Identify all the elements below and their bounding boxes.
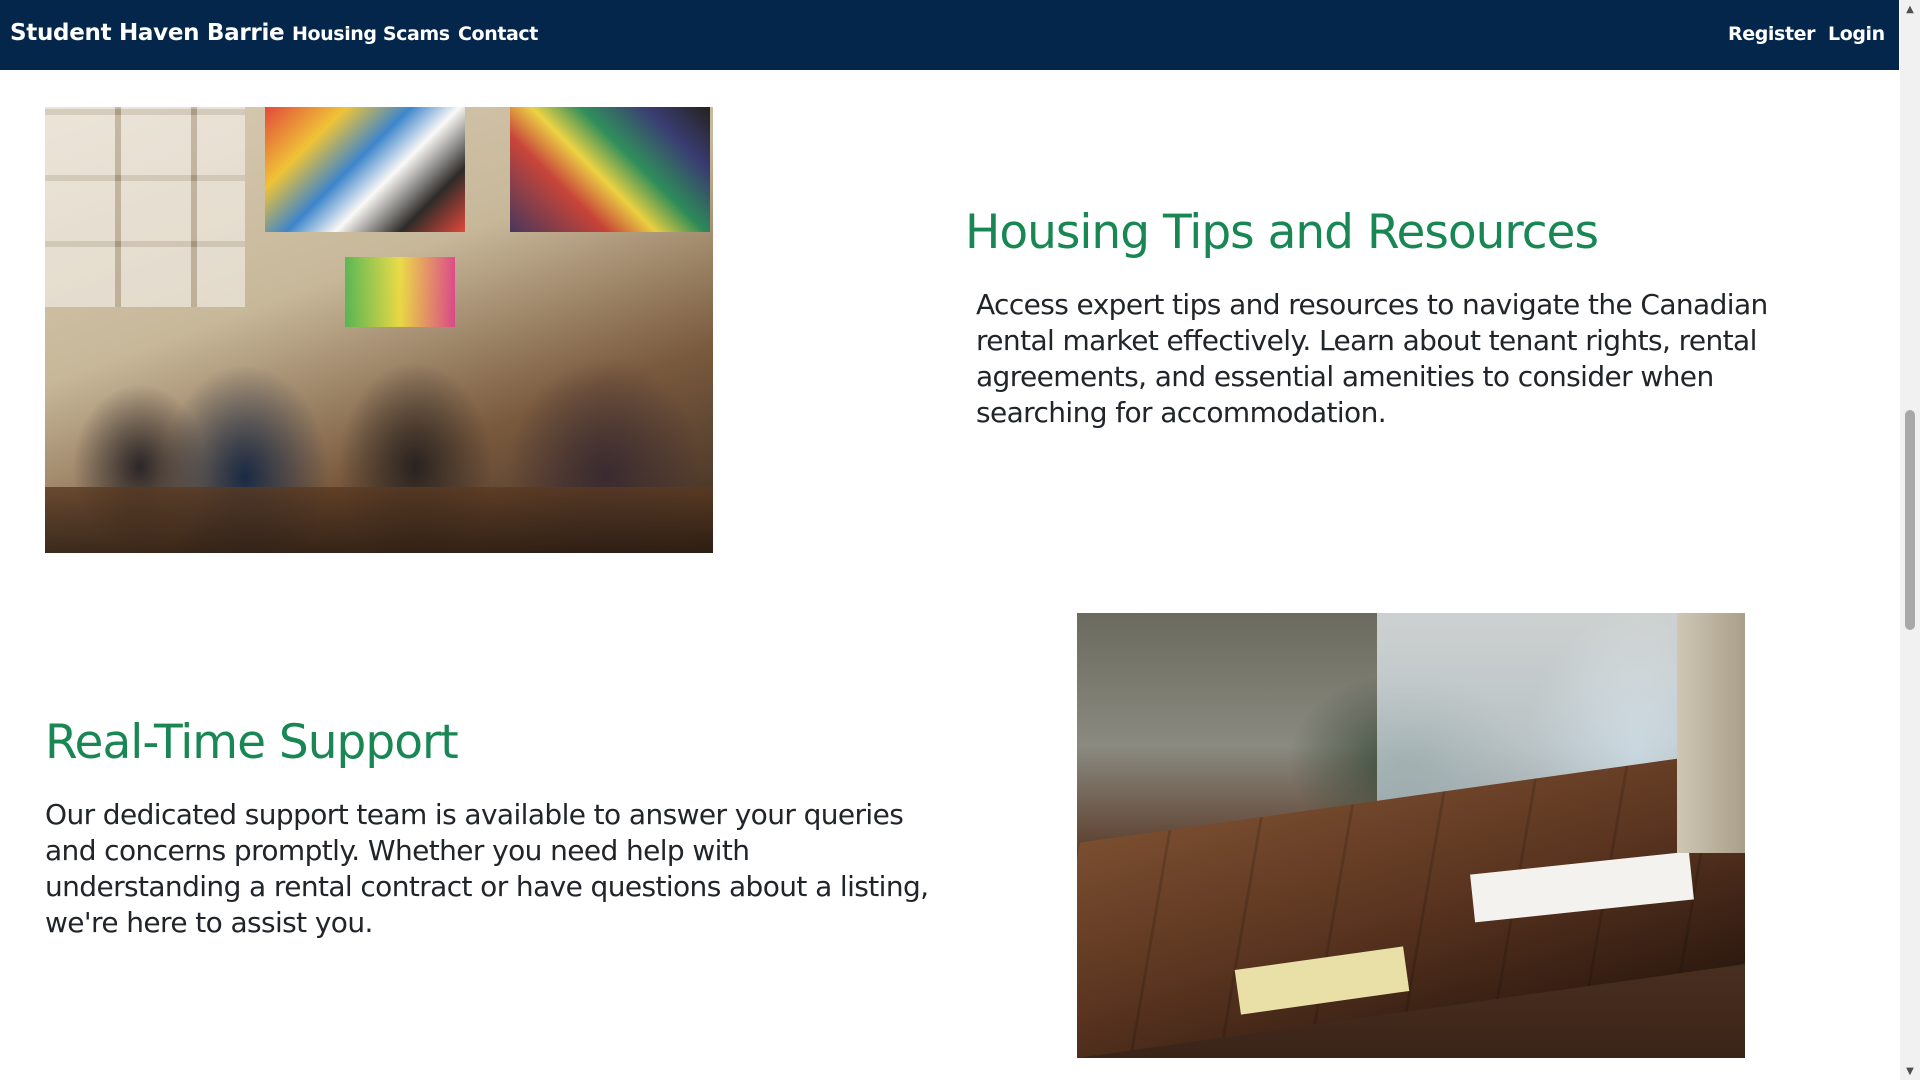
- nav-link-contact[interactable]: Contact: [458, 23, 538, 45]
- workshop-group-photo: [45, 107, 713, 553]
- meeting-table-photo: [1077, 613, 1745, 1058]
- photo-sweater-detail: [1677, 613, 1745, 853]
- photo-artwork-detail: [510, 107, 710, 232]
- nav-link-housing-scams[interactable]: Housing Scams: [292, 23, 450, 45]
- photo-floor-detail: [45, 487, 713, 553]
- photo-artwork-detail: [265, 107, 465, 232]
- section-body: Access expert tips and resources to navi…: [976, 288, 1768, 429]
- photo-frames-detail: [45, 107, 245, 307]
- section-body: Our dedicated support team is available …: [45, 798, 929, 939]
- photo-artwork-detail: [345, 257, 455, 327]
- top-navbar: Student Haven Barrie Housing Scams Conta…: [0, 0, 1899, 70]
- scrollbar-thumb[interactable]: [1905, 410, 1915, 630]
- register-link[interactable]: Register: [1728, 23, 1815, 45]
- triangle-up-icon[interactable]: ▲: [1900, 0, 1920, 18]
- section-title: Real-Time Support: [45, 715, 459, 770]
- section-title: Housing Tips and Resources: [965, 205, 1599, 260]
- brand-link[interactable]: Student Haven Barrie: [10, 20, 285, 46]
- login-link[interactable]: Login: [1828, 23, 1885, 45]
- triangle-down-icon[interactable]: ▼: [1900, 1062, 1920, 1080]
- page-scrollbar[interactable]: ▲ ▼: [1900, 0, 1920, 1080]
